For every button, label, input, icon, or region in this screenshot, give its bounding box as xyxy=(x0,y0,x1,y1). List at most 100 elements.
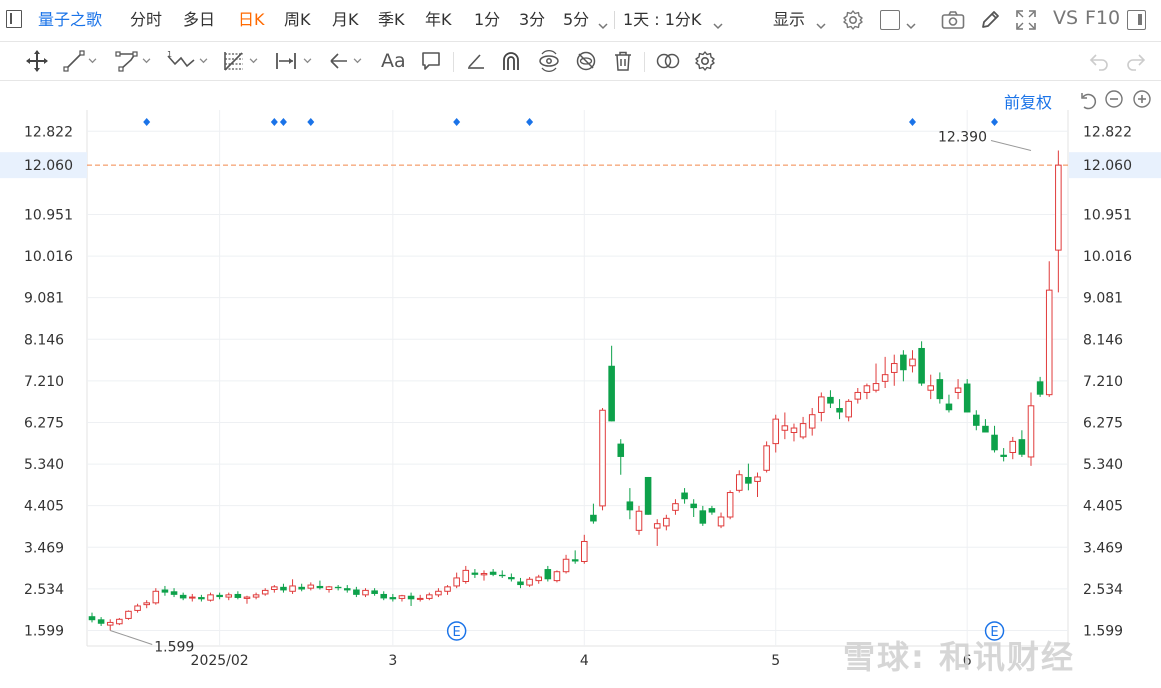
chevron-down-icon[interactable] xyxy=(816,15,826,34)
y-tick-label-right: 5.340 xyxy=(1083,457,1123,473)
candle-body-down xyxy=(371,590,378,594)
price-adjust-button[interactable]: 前复权 xyxy=(1004,89,1052,113)
text-icon[interactable]: Aa xyxy=(381,49,406,73)
candle-body-up xyxy=(726,492,734,518)
tab-weekly-k[interactable]: 周K xyxy=(284,8,311,32)
f10-button[interactable]: F10 xyxy=(1085,6,1120,30)
panel-toggle-icon[interactable] xyxy=(1127,10,1146,30)
y-tick-label-left: 12.822 xyxy=(24,124,73,140)
candle-body-up xyxy=(799,423,807,438)
candle-body-down xyxy=(407,595,415,600)
pen-icon[interactable] xyxy=(979,9,1001,35)
candle-body-down xyxy=(216,594,223,598)
toolbar-divider xyxy=(453,52,454,72)
chevron-down-icon[interactable] xyxy=(906,15,916,34)
range-icon[interactable] xyxy=(274,49,312,73)
candle-body-down xyxy=(690,503,697,509)
vs-button[interactable]: VS xyxy=(1053,6,1078,30)
stock-name[interactable]: 量子之歌 xyxy=(38,8,102,32)
candle-body-down xyxy=(963,383,971,413)
chevron-down-icon[interactable] xyxy=(598,15,608,34)
candle-body-down xyxy=(945,403,953,411)
redo-icon[interactable] xyxy=(1125,49,1147,73)
candle-body-down xyxy=(170,591,178,595)
fibonacci-icon[interactable] xyxy=(222,49,258,73)
candle-body-up xyxy=(553,571,561,582)
candle-body-up xyxy=(562,558,570,573)
fullscreen-icon[interactable] xyxy=(1015,9,1037,35)
event-marker-icon xyxy=(143,118,151,126)
y-tick-label-right: 9.081 xyxy=(1083,291,1123,307)
tab-1min[interactable]: 1分 xyxy=(474,8,500,32)
chevron-down-icon[interactable] xyxy=(713,15,723,34)
y-tick-label-right: 10.016 xyxy=(1083,249,1132,265)
candle-body-down xyxy=(489,571,497,575)
tab-monthly-k[interactable]: 月K xyxy=(332,8,359,32)
tab-yearly-k[interactable]: 年K xyxy=(425,8,452,32)
hide-icon[interactable] xyxy=(575,49,597,73)
candle-body-up xyxy=(881,374,889,382)
polyline-icon[interactable] xyxy=(115,49,151,73)
crosshair-label-bg-left xyxy=(0,152,87,179)
candle-body-down xyxy=(644,476,652,515)
candle-body-down xyxy=(498,574,506,577)
undo-icon[interactable] xyxy=(1088,49,1110,73)
link-icon[interactable] xyxy=(655,49,681,73)
comment-icon[interactable] xyxy=(420,49,442,73)
y-tick-label-left: 3.469 xyxy=(24,540,64,556)
candle-body-up xyxy=(1027,405,1035,458)
candle-body-up xyxy=(453,577,460,587)
candle-body-down xyxy=(234,593,242,598)
magnet-icon[interactable] xyxy=(500,49,522,73)
y-tick-label-left: 7.210 xyxy=(24,374,64,390)
y-tick-label-right: 4.405 xyxy=(1083,499,1123,515)
candle-body-up xyxy=(207,594,214,601)
camera-icon[interactable] xyxy=(941,10,965,34)
arrow-icon[interactable] xyxy=(328,49,362,73)
candle-body-up xyxy=(1045,289,1053,396)
eye-cycle-icon[interactable] xyxy=(537,49,561,73)
candle-body-up xyxy=(772,418,780,445)
zoom-out-icon[interactable] xyxy=(1104,89,1124,113)
combo-period-select[interactable]: 1天 : 1分K xyxy=(623,8,701,32)
tab-multi-day[interactable]: 多日 xyxy=(183,8,215,32)
zoom-in-icon[interactable] xyxy=(1132,89,1152,113)
candle-body-up xyxy=(845,400,852,418)
trash-icon[interactable] xyxy=(612,49,634,73)
pen-icon[interactable] xyxy=(465,49,487,73)
line-segment-icon[interactable] xyxy=(63,49,97,73)
candle-body-down xyxy=(708,508,716,513)
settings-icon[interactable] xyxy=(842,9,864,35)
tab-intraday[interactable]: 分时 xyxy=(130,8,162,32)
tab-5min[interactable]: 5分 xyxy=(563,8,589,32)
y-tick-label-right: 2.534 xyxy=(1083,582,1123,598)
display-menu[interactable]: 显示 xyxy=(773,8,805,32)
candle-body-up xyxy=(225,594,233,598)
settings-icon[interactable] xyxy=(694,49,716,73)
tab-3min[interactable]: 3分 xyxy=(519,8,545,32)
candle-body-up xyxy=(188,596,196,599)
event-marker-icon xyxy=(279,118,287,126)
y-tick-label-left: 6.275 xyxy=(24,415,64,431)
move-icon[interactable] xyxy=(25,49,49,73)
sidebar-toggle-icon[interactable] xyxy=(6,10,22,28)
kline-chart[interactable]: 12.822 12.822 10.951 10.951 10.016 10.016 9.08… xyxy=(0,0,1161,688)
square-icon[interactable] xyxy=(880,10,900,30)
tab-daily-k[interactable]: 日K xyxy=(238,8,265,32)
tab-quarterly-k[interactable]: 季K xyxy=(378,8,405,32)
y-tick-label-left: 8.146 xyxy=(24,332,64,348)
candle-body-up xyxy=(261,589,269,595)
y-tick-label-left: 2.534 xyxy=(24,582,64,598)
candle-body-up xyxy=(462,569,470,583)
svg-text:1: 1 xyxy=(167,50,172,59)
candle-body-up xyxy=(763,445,770,471)
candle-body-up xyxy=(106,621,114,626)
wave-icon[interactable]: 1 xyxy=(166,49,208,73)
candle-body-up xyxy=(252,594,260,598)
reset-icon[interactable] xyxy=(1076,89,1098,115)
candle-body-down xyxy=(389,597,397,600)
candle-body-down xyxy=(626,501,634,511)
crosshair-label-right: 12.060 xyxy=(1083,158,1132,174)
candle-body-down xyxy=(508,577,515,580)
candle-body-down xyxy=(517,581,524,586)
